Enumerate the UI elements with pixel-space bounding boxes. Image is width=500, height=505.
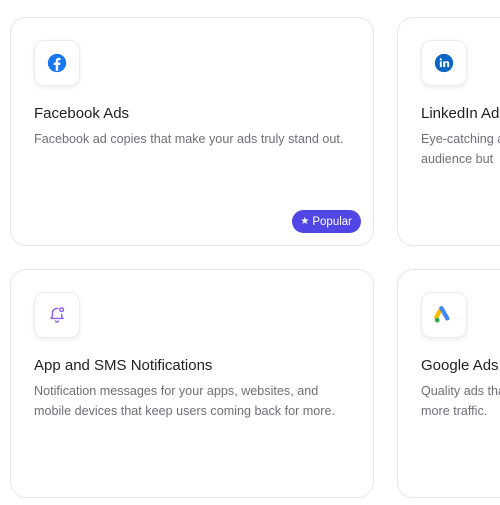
card-title: Google Ads xyxy=(421,357,499,374)
card-icon-box xyxy=(421,40,467,86)
card-icon-box xyxy=(34,292,80,338)
card-icon-box xyxy=(421,292,467,338)
card-description: Eye-catching ad copies that reach your t… xyxy=(421,132,500,166)
card-icon-box xyxy=(34,40,80,86)
card-title: LinkedIn Ads xyxy=(421,105,500,122)
card-facebook-ads[interactable]: Facebook Ads Facebook ad copies that mak… xyxy=(10,17,374,246)
popular-badge: ★ Popular xyxy=(292,210,361,233)
card-title: App and SMS Notifications xyxy=(34,357,213,374)
star-icon: ★ xyxy=(300,215,310,227)
card-description: Facebook ad copies that make your ads tr… xyxy=(34,132,344,146)
card-description: Notification messages for your apps, web… xyxy=(34,384,335,418)
card-description: Quality ads that rank in the search resu… xyxy=(421,384,500,418)
card-google-ads[interactable]: Google Ads Quality ads that rank in the … xyxy=(397,269,500,498)
badge-label: Popular xyxy=(312,215,352,228)
facebook-icon xyxy=(47,53,67,73)
google-ads-icon xyxy=(434,306,450,323)
card-linkedin-ads[interactable]: LinkedIn Ads Eye-catching ad copies that… xyxy=(397,17,500,246)
bell-icon xyxy=(50,307,65,323)
linkedin-icon xyxy=(434,53,454,73)
card-title: Facebook Ads xyxy=(34,105,130,122)
card-app-sms-notifications[interactable]: App and SMS Notifications Notification m… xyxy=(10,269,374,498)
template-grid: Facebook Ads Facebook ad copies that mak… xyxy=(0,0,500,505)
